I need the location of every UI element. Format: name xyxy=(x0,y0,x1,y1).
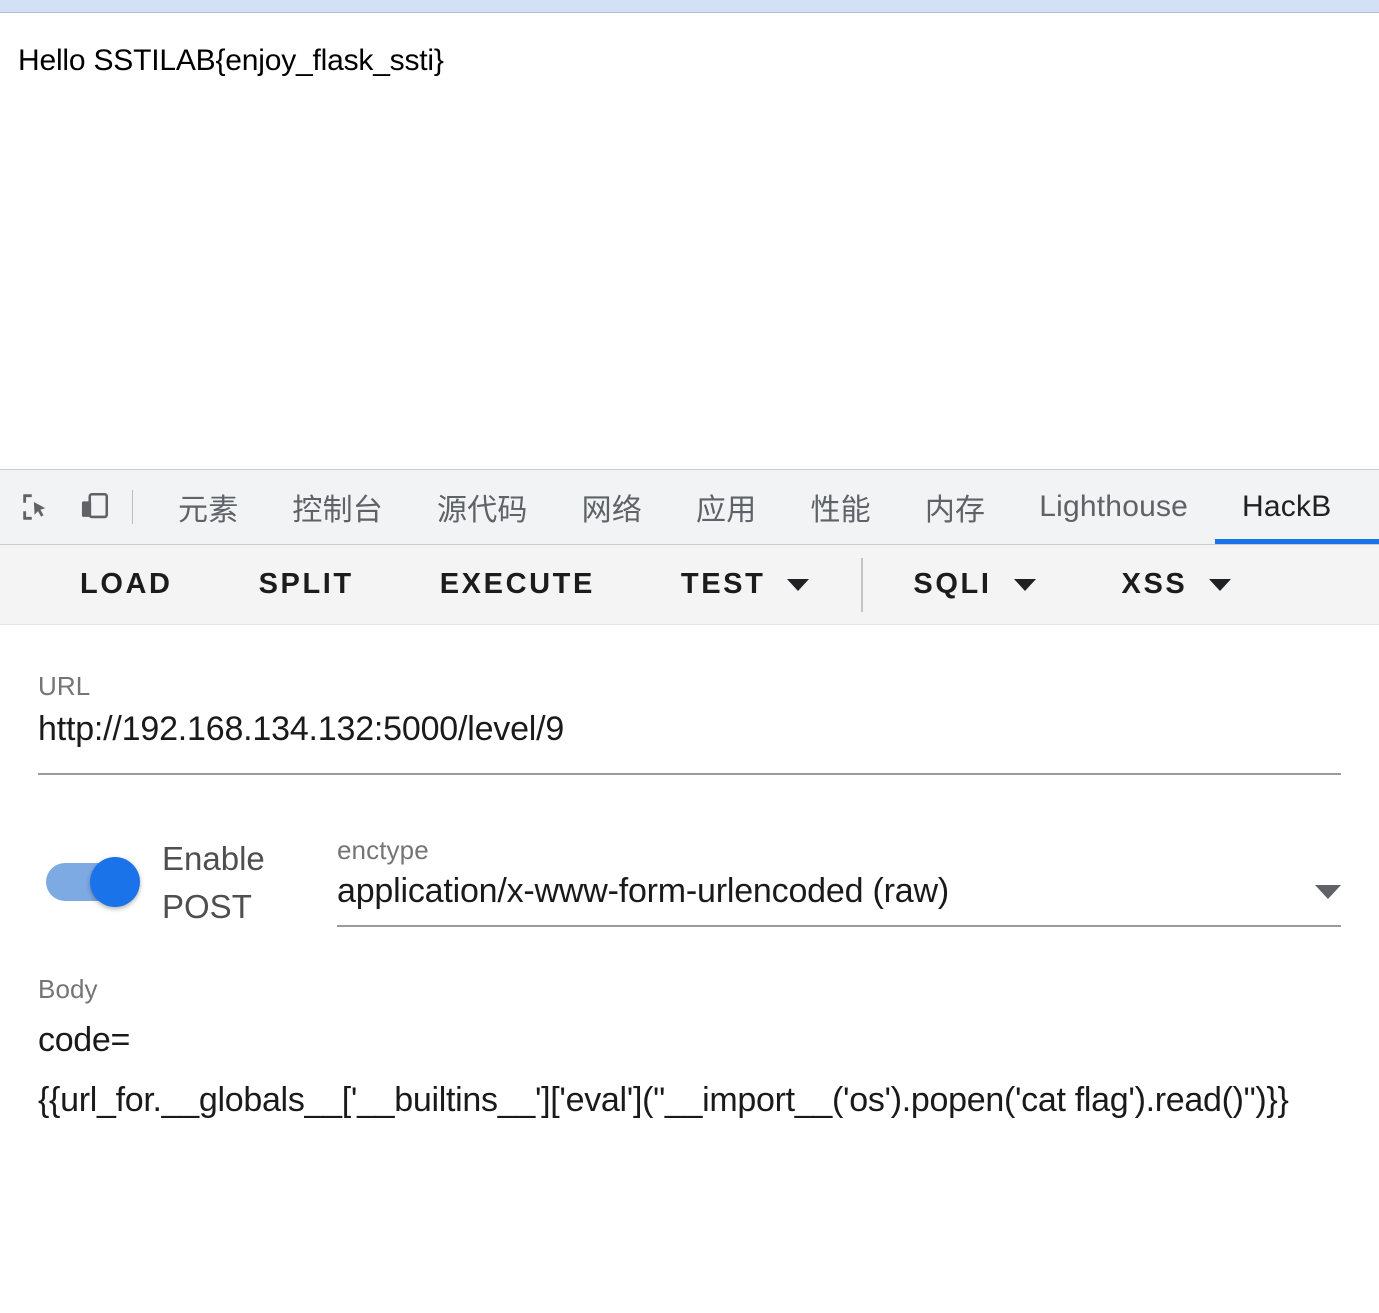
page-content-area: Hello SSTILAB{enjoy_flask_ssti} xyxy=(0,13,1379,468)
url-input-underline xyxy=(38,772,1341,775)
toggle-thumb xyxy=(90,856,140,907)
tab-hackbar[interactable]: HackB xyxy=(1215,470,1379,544)
split-button-label: SPLIT xyxy=(258,568,354,600)
hackbar-toolbar: LOAD SPLIT EXECUTE TEST SQLI XSS xyxy=(0,545,1379,625)
hackbar-content: URL http://192.168.134.132:5000/level/9 … xyxy=(0,625,1379,1131)
sqli-button-label: SQLI xyxy=(913,568,992,600)
chevron-down-icon xyxy=(1209,578,1232,591)
tab-application[interactable]: 应用 xyxy=(669,470,783,544)
devtools-tabbar: 元素 控制台 源代码 网络 应用 性能 内存 Lighthouse HackB xyxy=(0,470,1379,545)
enable-post-toggle[interactable] xyxy=(46,856,140,907)
body-field-group: Body code= {{url_for.__globals__['__built… xyxy=(38,974,1341,1130)
xss-menu-button[interactable]: XSS xyxy=(1100,558,1254,611)
browser-chrome-strip xyxy=(0,0,1379,13)
tab-memory[interactable]: 内存 xyxy=(898,470,1012,544)
body-textarea[interactable]: code= {{url_for.__globals__['__builtins__… xyxy=(38,1006,1341,1131)
body-label: Body xyxy=(38,974,98,1005)
enctype-select[interactable]: application/x-www-form-urlencoded (raw) xyxy=(337,866,1341,911)
test-menu-button[interactable]: TEST xyxy=(659,558,832,611)
enctype-field-group: enctype application/x-www-form-urlencode… xyxy=(337,835,1341,927)
sqli-menu-button[interactable]: SQLI xyxy=(891,558,1057,611)
execute-button-label: EXECUTE xyxy=(439,568,595,600)
execute-button[interactable]: EXECUTE xyxy=(418,558,617,611)
load-button-label: LOAD xyxy=(80,568,173,600)
xss-button-label: XSS xyxy=(1121,568,1188,600)
split-button[interactable]: SPLIT xyxy=(237,558,376,611)
tab-network[interactable]: 网络 xyxy=(555,470,669,544)
tab-sources[interactable]: 源代码 xyxy=(410,470,555,544)
tab-console[interactable]: 控制台 xyxy=(265,470,410,544)
devtools-panel: 元素 控制台 源代码 网络 应用 性能 内存 Lighthouse HackB … xyxy=(0,469,1379,1313)
toolbar-divider xyxy=(132,490,133,524)
enctype-label: enctype xyxy=(337,834,429,865)
tab-elements[interactable]: 元素 xyxy=(151,470,265,544)
chevron-down-icon xyxy=(787,578,810,591)
page-response-text: Hello SSTILAB{enjoy_flask_ssti} xyxy=(18,44,444,77)
enctype-selected-value: application/x-www-form-urlencoded (raw) xyxy=(337,871,949,910)
toolbar-group-divider xyxy=(861,557,864,612)
enable-post-label: Enable POST xyxy=(162,839,265,925)
tab-lighthouse[interactable]: Lighthouse xyxy=(1012,470,1215,544)
inspect-element-glyph xyxy=(23,494,46,520)
chevron-down-icon xyxy=(1315,884,1341,899)
post-settings-row: Enable POST enctype application/x-www-fo… xyxy=(0,835,1379,931)
device-toolbar-icon[interactable] xyxy=(72,485,116,529)
url-input[interactable]: http://192.168.134.132:5000/level/9 xyxy=(38,702,1341,751)
tab-performance[interactable]: 性能 xyxy=(783,470,897,544)
url-label: URL xyxy=(38,671,91,701)
enctype-select-underline xyxy=(337,924,1341,927)
url-field-group: URL http://192.168.134.132:5000/level/9 xyxy=(38,625,1341,775)
body-param-name: code= xyxy=(38,1020,131,1059)
chevron-down-icon xyxy=(1013,578,1036,591)
devtools-tab-list: 元素 控制台 源代码 网络 应用 性能 内存 Lighthouse HackB xyxy=(151,470,1379,544)
body-payload: {{url_for.__globals__['__builtins__']['e… xyxy=(38,1081,1289,1120)
inspect-element-icon[interactable] xyxy=(14,485,58,529)
load-button[interactable]: LOAD xyxy=(58,558,195,611)
test-button-label: TEST xyxy=(680,568,766,600)
device-toolbar-glyph xyxy=(81,492,109,519)
